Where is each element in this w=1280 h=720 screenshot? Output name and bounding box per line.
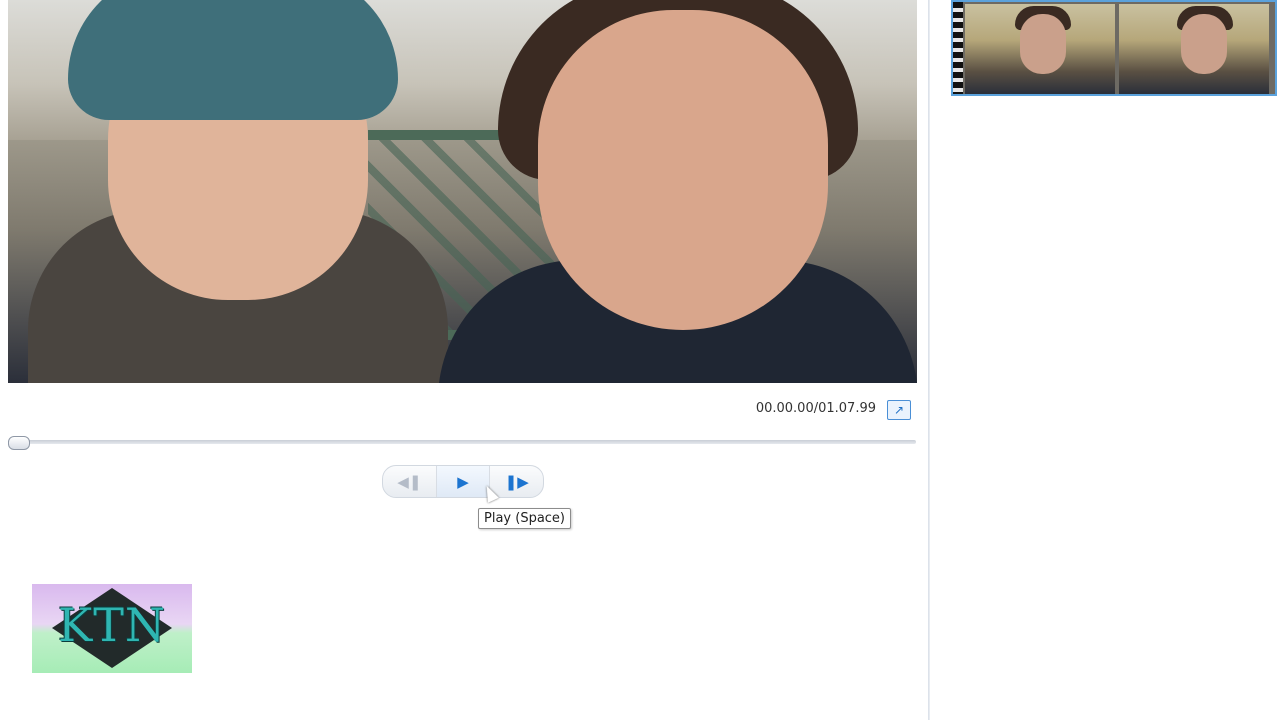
logo-text: KTN	[57, 598, 167, 652]
clip-frame	[1119, 4, 1269, 94]
transport-controls: ◀❚ ▶ ❚▶	[382, 465, 544, 498]
face-shape	[1181, 14, 1227, 74]
fullscreen-button[interactable]: ↗	[887, 400, 911, 420]
next-frame-icon: ❚▶	[504, 472, 529, 491]
face-shape	[538, 10, 828, 330]
seek-thumb[interactable]	[8, 436, 30, 450]
video-person-right	[438, 0, 917, 383]
storyboard-pane	[930, 0, 1280, 720]
hat-shape	[68, 0, 398, 120]
previous-frame-icon: ◀❚	[397, 472, 422, 491]
clip-frame	[965, 4, 1115, 94]
ktn-logo: KTN	[32, 584, 192, 673]
next-frame-button[interactable]: ❚▶	[490, 466, 543, 497]
video-clip-thumbnail[interactable]	[951, 0, 1277, 96]
fullscreen-icon: ↗	[893, 403, 905, 417]
play-icon: ▶	[457, 472, 469, 491]
video-preview[interactable]	[8, 0, 917, 383]
video-person-left	[28, 0, 448, 383]
play-tooltip: Play (Space)	[478, 508, 572, 529]
previous-frame-button[interactable]: ◀❚	[383, 466, 437, 497]
preview-pane: 00.00.00/01.07.99 ↗ ◀❚ ▶ ❚▶ Play (Space)…	[0, 0, 928, 720]
film-sprocket	[953, 2, 963, 94]
face-shape	[1020, 14, 1066, 74]
timecode-display: 00.00.00/01.07.99	[755, 401, 876, 416]
seek-bar[interactable]	[12, 440, 916, 444]
